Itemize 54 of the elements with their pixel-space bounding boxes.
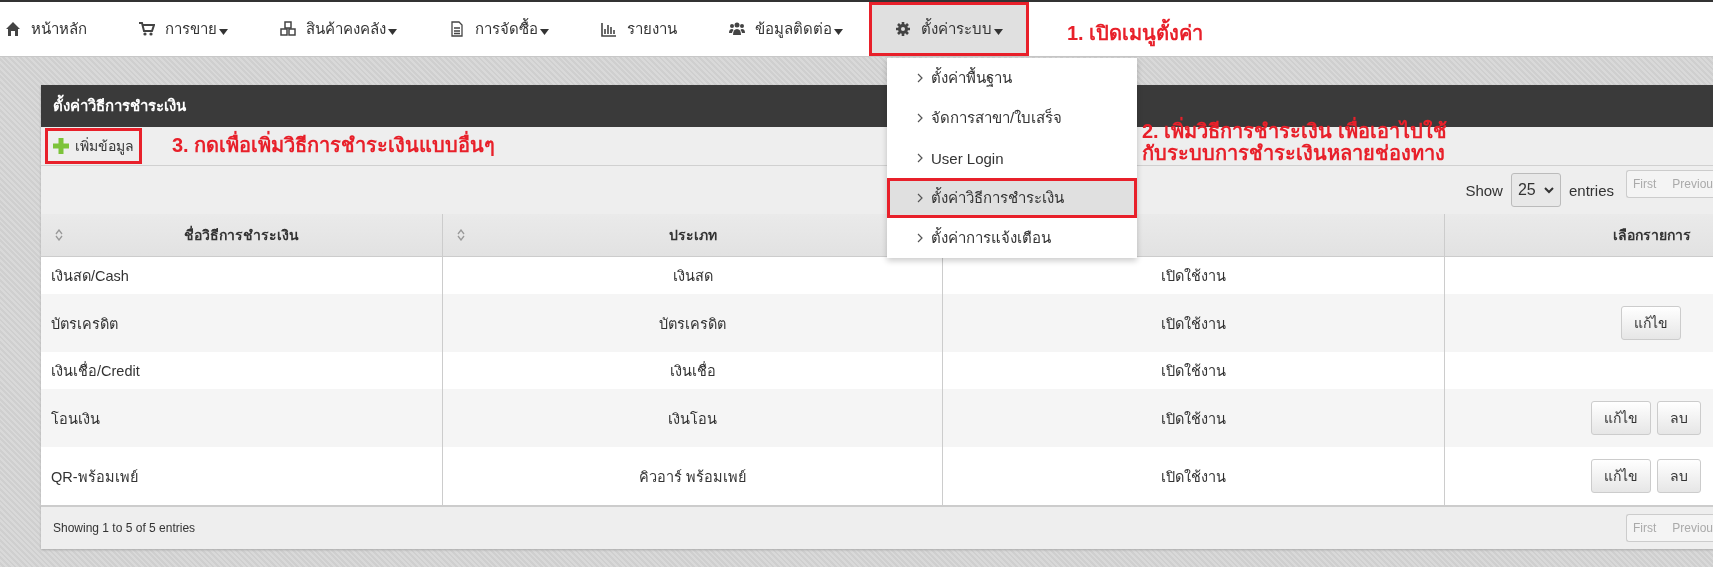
table-cell: บัตรเครดิต [41,294,442,352]
table-cell: QR-พร้อมเพย์ [41,447,442,505]
table-info: Showing 1 to 5 of 5 entries [53,521,196,535]
table-cell: เปิดใช้งาน [942,257,1444,294]
table-cell: เงินเชื่อ/Credit [41,352,442,389]
table-cell: เงินโอน [442,389,942,447]
nav-item[interactable]: สินค้าคงคลัง [254,2,423,56]
chevron-icon [917,233,923,243]
column-header: เลือกรายการ [1613,226,1691,245]
chevron-icon [917,193,923,203]
table-cell: โอนเงิน [41,389,442,447]
add-button[interactable]: เพิ่มข้อมูล [45,128,142,164]
bar-chart-icon [601,21,617,37]
table-cell: เปิดใช้งาน [942,389,1444,447]
nav-item[interactable]: การจัดซื้อ [423,2,575,56]
settings-icon [895,21,911,37]
nav-item[interactable]: รายงาน [575,2,703,56]
table-cell: คิวอาร์ พร้อมเพย์ [442,447,942,505]
delete-button[interactable]: ลบ [1657,459,1701,493]
nav-item[interactable]: การขาย [113,2,254,56]
chevron-icon [917,153,923,163]
menu-item[interactable]: User Login [887,138,1137,178]
home-icon [5,21,21,37]
document-icon [449,21,465,37]
nav-item[interactable]: ข้อมูลติดต่อ [703,2,869,56]
menu-item[interactable]: ตั้งค่าการแจ้งเตือน [887,218,1137,258]
chevron-icon [917,113,923,123]
delete-button[interactable]: ลบ [1657,401,1701,435]
nav-item[interactable]: ตั้งค่าระบบ [869,2,1029,56]
table-cell: เงินสด/Cash [41,257,442,294]
table-cell: เปิดใช้งาน [942,294,1444,352]
plus-icon [53,138,69,154]
edit-button[interactable]: แก้ไข [1591,401,1651,435]
table-cell: บัตรเครดิต [442,294,942,352]
table-cell: เงินเชื่อ [442,352,942,389]
column-header: ประเภท [668,226,717,245]
cubes-icon [280,21,296,37]
menu-item[interactable]: ตั้งค่าวิธีการชำระเงิน [887,178,1137,218]
table-cell: เปิดใช้งาน [942,447,1444,505]
sort-icon[interactable] [55,229,63,241]
table-cell: เงินสด [442,257,942,294]
edit-button[interactable]: แก้ไข [1591,459,1651,493]
edit-button[interactable]: แก้ไข [1621,306,1681,340]
length-label: Show [1465,181,1503,199]
users-icon [729,21,745,37]
chevron-icon [917,73,923,83]
nav-item[interactable]: หน้าหลัก [0,2,113,56]
page-size-select[interactable]: 25 [1510,173,1561,207]
column-header: ชื่อวิธีการชำระเงิน [184,224,299,245]
sort-icon[interactable] [457,229,465,241]
chevron-down-icon [1543,186,1554,194]
length-label: entries [1568,181,1614,199]
table-cell: เปิดใช้งาน [942,352,1444,389]
cart-icon [139,21,155,37]
